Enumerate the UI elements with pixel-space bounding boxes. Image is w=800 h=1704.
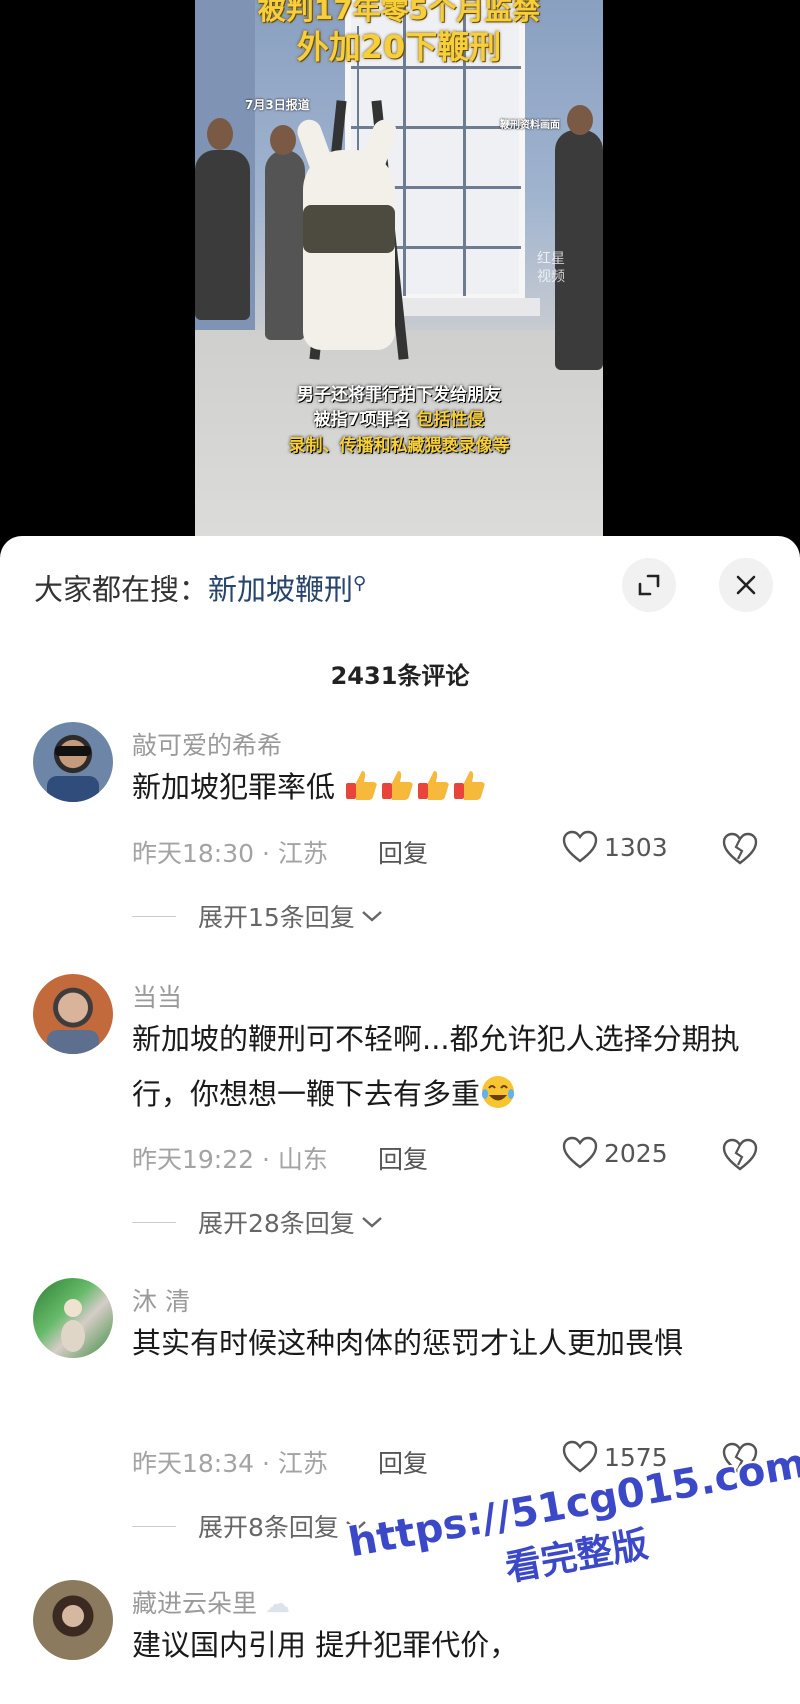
video-subtitle-line2-a: 被指7项罪名 (313, 410, 411, 430)
comment-username[interactable]: 沐 清 (132, 1282, 190, 1318)
heart-icon (562, 1136, 598, 1169)
crying-laughing-emoji-icon (480, 1076, 516, 1111)
like-count: 2025 (604, 1138, 668, 1168)
comment-meta: 昨天18:34 · 江苏 (132, 1449, 328, 1478)
close-button[interactable] (719, 558, 773, 612)
avatar[interactable] (33, 1580, 113, 1660)
comment-meta: 昨天18:30 · 江苏 (132, 839, 328, 868)
chevron-down-icon (362, 1217, 382, 1228)
avatar[interactable] (33, 1278, 113, 1358)
video-subtitle-line1: 男子还将罪行拍下发给朋友 (297, 385, 501, 405)
comment-text: 其实有时候这种肉体的惩罚才让人更加畏惧 (132, 1326, 684, 1360)
expand-button[interactable] (622, 558, 676, 612)
expand-replies[interactable]: 展开8条回复 (132, 1508, 367, 1544)
comments-count: 2431条评论 (330, 662, 470, 690)
expand-replies-label: 展开28条回复 (198, 1209, 355, 1238)
comment-text: 新加坡犯罪率低 (132, 760, 762, 815)
heart-icon (562, 1440, 598, 1473)
cloud-icon: ☁ (264, 1589, 290, 1618)
close-icon (736, 575, 756, 595)
like-button[interactable]: 1303 (562, 830, 668, 864)
expand-replies-label: 展开15条回复 (198, 903, 355, 932)
broken-heart-icon (722, 832, 758, 865)
comment-username[interactable]: 敲可爱的希希 (132, 726, 282, 762)
trending-search-keyword[interactable]: 新加坡鞭刑 (208, 573, 353, 607)
dislike-button[interactable] (722, 832, 758, 870)
video-tag-label: 鞭刑资料画面 (500, 120, 560, 131)
reply-button[interactable]: 回复 (378, 1444, 428, 1480)
like-button[interactable]: 2025 (562, 1136, 668, 1170)
heart-icon (562, 830, 598, 863)
video-title-line2: 外加20下鞭刑 (296, 28, 502, 66)
comment-username[interactable]: 藏进云朵里 ☁ (132, 1584, 290, 1620)
reply-button[interactable]: 回复 (378, 834, 428, 870)
avatar[interactable] (33, 722, 113, 802)
video-logo: 红星视频 (537, 251, 565, 285)
search-icon[interactable]: ⚲ (353, 573, 366, 594)
expand-replies[interactable]: 展开28条回复 (132, 1204, 383, 1240)
avatar[interactable] (33, 974, 113, 1054)
expand-replies-label: 展开8条回复 (198, 1513, 339, 1542)
broken-heart-icon (722, 1138, 758, 1171)
video-subtitle-line2: 被指7项罪名 包括性侵 (195, 405, 603, 430)
trending-search-prefix: 大家都在搜： (34, 572, 209, 607)
video-date-label: 7月3日报道 (245, 98, 310, 112)
video-frame[interactable]: 被判17年零5个月监禁 外加20下鞭刑 7月3日报道 鞭刑资料画面 红星视频 男… (195, 0, 603, 545)
trending-search[interactable]: 大家都在搜：新加坡鞭刑⚲ (34, 564, 366, 610)
like-count: 1303 (604, 832, 668, 862)
comment-meta: 昨天19:22 · 山东 (132, 1145, 328, 1174)
video-person-officer (265, 150, 305, 340)
video-person-left (195, 150, 250, 320)
reply-button[interactable]: 回复 (378, 1140, 428, 1176)
video-player[interactable]: 被判17年零5个月监禁 外加20下鞭刑 7月3日报道 鞭刑资料画面 红星视频 男… (0, 0, 800, 545)
chevron-down-icon (362, 911, 382, 922)
comment-username[interactable]: 当当 (132, 978, 182, 1014)
thumbs-up-icon (335, 770, 488, 804)
video-subtitle-line3: 录制、传播和私藏猥亵录像等 (288, 436, 510, 456)
dislike-button[interactable] (722, 1138, 758, 1176)
expand-icon (638, 574, 660, 596)
expand-replies[interactable]: 展开15条回复 (132, 898, 383, 934)
comment-text: 新加坡的鞭刑可不轻啊...都允许犯人选择分期执行，你想想一鞭下去有多重 (132, 1022, 740, 1111)
video-subtitle-line2-b: 包括性侵 (416, 410, 485, 430)
comment-text: 建议国内引用 提升犯罪代价， (132, 1628, 519, 1662)
